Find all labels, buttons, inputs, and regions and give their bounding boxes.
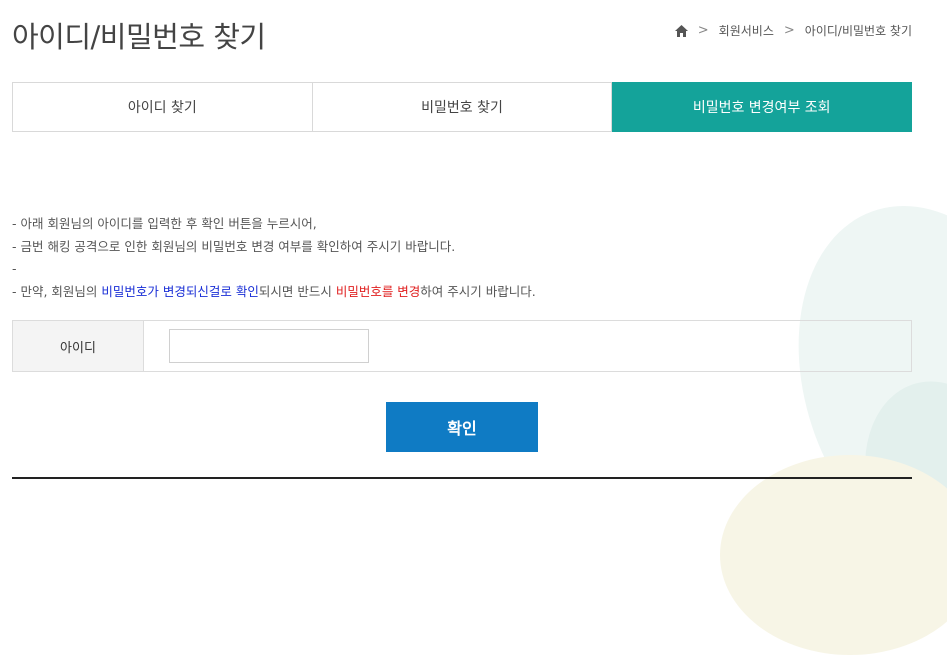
page-title: 아이디/비밀번호 찾기 [12,20,266,54]
breadcrumb-item-current[interactable]: 아이디/비밀번호 찾기 [805,22,912,39]
notice-line: - 만약, 회원님의 비밀번호가 변경되신걸로 확인되시면 반드시 비밀번호를 … [12,281,536,304]
notice-highlight-blue: 비밀번호가 변경되신걸로 확인 [101,283,259,299]
notice-text: - 아래 회원님의 아이디를 입력한 후 확인 버튼을 누르시어, - 금번 해… [12,213,536,303]
notice-prefix: - 만약, 회원님의 [12,283,102,299]
home-icon[interactable] [674,24,688,37]
divider [12,477,912,479]
id-input[interactable] [169,329,369,363]
tab-bar: 아이디 찾기 비밀번호 찾기 비밀번호 변경여부 조회 [12,82,913,132]
breadcrumb-separator: > [697,23,709,38]
confirm-button[interactable]: 확인 [386,402,538,452]
notice-suffix: 하여 주시기 바랍니다. [420,283,536,299]
notice-highlight-red: 비밀번호를 변경 [335,283,421,299]
id-label: 아이디 [13,321,144,371]
notice-line: - 아래 회원님의 아이디를 입력한 후 확인 버튼을 누르시어, [12,216,317,231]
id-input-wrap [144,321,911,371]
tab-find-password[interactable]: 비밀번호 찾기 [312,82,613,132]
notice-line: - 금번 해킹 공격으로 인한 회원님의 비밀번호 변경 여부를 확인하여 주시… [12,238,456,254]
background-decoration [749,166,947,614]
id-form-row: 아이디 [12,320,912,372]
breadcrumb-separator: > [783,23,795,38]
notice-middle: 되시면 반드시 [258,283,336,299]
breadcrumb-item-member-service[interactable]: 회원서비스 [719,22,774,39]
tab-password-change-check[interactable]: 비밀번호 변경여부 조회 [612,82,913,132]
breadcrumb: > 회원서비스 > 아이디/비밀번호 찾기 [674,22,912,39]
notice-line: - [12,261,17,276]
tab-find-id[interactable]: 아이디 찾기 [12,82,313,132]
background-decoration [720,455,947,655]
background-decoration [843,363,947,597]
